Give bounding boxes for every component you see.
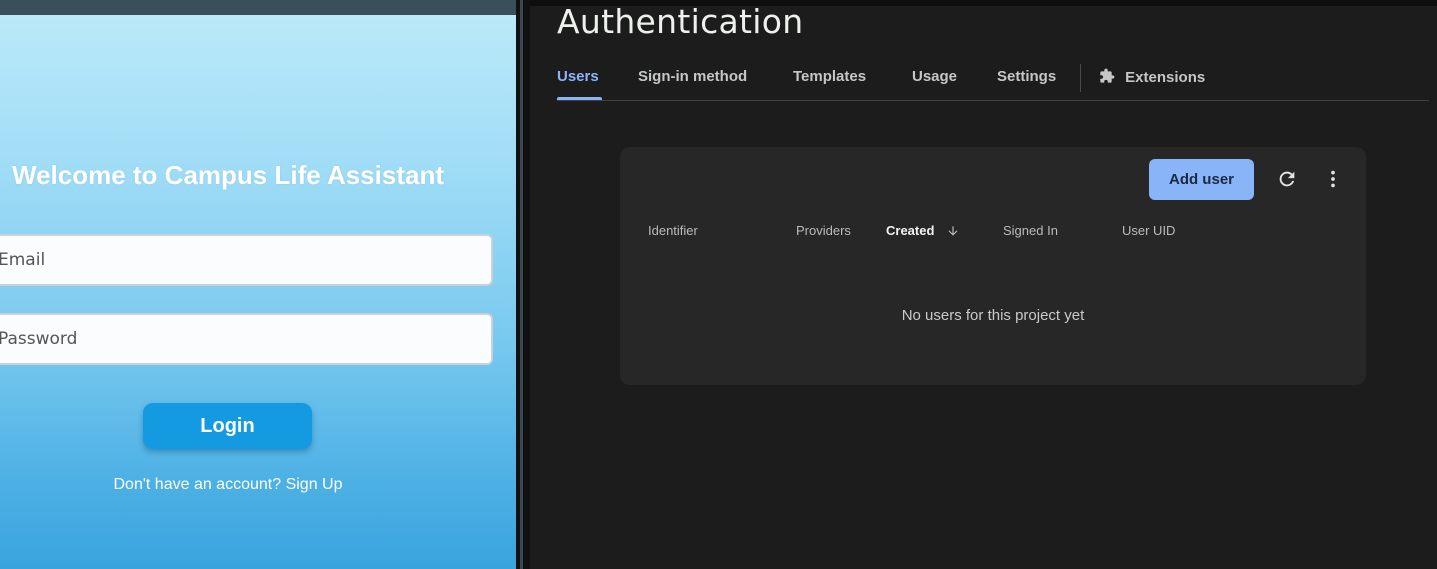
- mobile-app-login-screen: Welcome to Campus Life Assistant Login D…: [0, 0, 516, 569]
- tab-usage-label: Usage: [912, 68, 958, 85]
- column-header-created[interactable]: Created: [886, 223, 960, 238]
- column-header-identifier[interactable]: Identifier: [648, 223, 698, 238]
- refresh-icon: [1279, 171, 1295, 187]
- tab-sign-in-method[interactable]: Sign-in method: [638, 68, 747, 85]
- tab-bar: Users Sign-in method Templates Usage Set…: [557, 60, 1429, 101]
- welcome-title: Welcome to Campus Life Assistant: [12, 160, 444, 190]
- tab-usage[interactable]: Usage: [912, 68, 957, 85]
- more-options-button[interactable]: [1320, 166, 1346, 192]
- active-tab-indicator: [557, 97, 602, 100]
- puzzle-icon: [1100, 68, 1115, 83]
- login-button[interactable]: Login: [143, 403, 312, 449]
- signup-link[interactable]: Don't have an account? Sign Up: [0, 476, 456, 494]
- column-header-providers[interactable]: Providers: [796, 223, 851, 238]
- empty-state-message: No users for this project yet: [901, 307, 1085, 324]
- window-divider-line: [520, 0, 523, 569]
- tab-settings[interactable]: Settings: [997, 68, 1056, 85]
- column-header-user-uid[interactable]: User UID: [1122, 223, 1175, 238]
- users-table-card: Add user Identifier Providers Created Si…: [620, 147, 1366, 385]
- column-header-created-label: Created: [886, 223, 935, 238]
- tab-extensions[interactable]: Extensions: [1099, 68, 1205, 86]
- tab-extensions-label: Extensions: [1125, 69, 1206, 86]
- email-input[interactable]: [0, 234, 493, 286]
- tab-templates-label: Templates: [793, 68, 867, 85]
- page-title: Authentication: [557, 2, 804, 41]
- add-user-button[interactable]: Add user: [1149, 159, 1254, 200]
- tab-users-label: Users: [557, 68, 599, 85]
- tab-templates[interactable]: Templates: [793, 68, 866, 85]
- window-divider: [516, 0, 530, 569]
- column-header-signed-in[interactable]: Signed In: [1003, 223, 1058, 238]
- more-vert-icon: [1331, 170, 1335, 188]
- app-status-bar: [0, 0, 516, 15]
- tab-sign-in-method-label: Sign-in method: [638, 68, 748, 85]
- tab-separator: [1080, 64, 1081, 92]
- tab-settings-label: Settings: [997, 68, 1057, 85]
- refresh-button[interactable]: [1274, 166, 1300, 192]
- password-input[interactable]: [0, 313, 493, 365]
- arrow-down-icon: [948, 226, 958, 236]
- tab-users[interactable]: Users: [557, 68, 599, 85]
